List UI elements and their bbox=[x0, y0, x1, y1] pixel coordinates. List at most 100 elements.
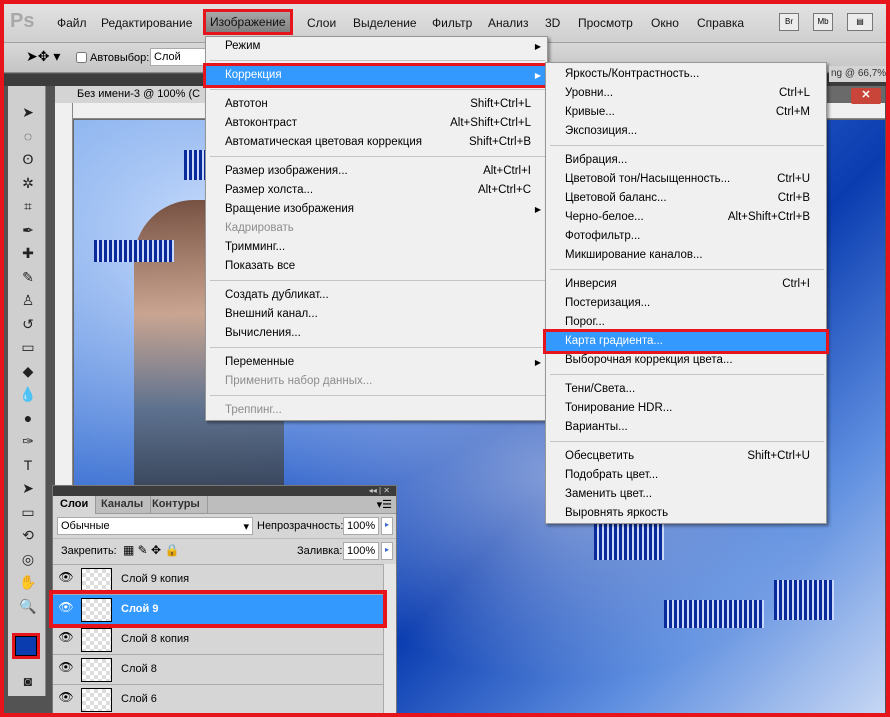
menu-item[interactable]: Порог... bbox=[546, 313, 826, 332]
healing-tool-icon[interactable]: ✚ bbox=[17, 243, 39, 263]
menu-item[interactable]: Режим ▶ bbox=[206, 37, 547, 56]
menu-item[interactable]: Автоматическая цветовая коррекция Shift+C… bbox=[206, 133, 547, 152]
menu-1[interactable]: Редактирование bbox=[101, 16, 192, 30]
blur-tool-icon[interactable]: 💧 bbox=[17, 384, 39, 404]
eye-icon[interactable]: 👁 bbox=[57, 570, 75, 588]
menu-item[interactable]: Применить набор данных... bbox=[206, 372, 547, 391]
opacity-slider-button[interactable]: ▸ bbox=[381, 517, 393, 535]
menu-item[interactable]: Черно-белое... Alt+Shift+Ctrl+B bbox=[546, 208, 826, 227]
3d-orbit-tool-icon[interactable]: ◎ bbox=[17, 549, 39, 569]
menu-item[interactable]: Кадрировать bbox=[206, 219, 547, 238]
menu-item[interactable]: Тени/Света... bbox=[546, 380, 826, 399]
menu-item[interactable]: Варианты... bbox=[546, 418, 826, 437]
menu-item[interactable]: Создать дубликат... bbox=[206, 286, 547, 305]
tab-layers[interactable]: Слои bbox=[53, 496, 97, 514]
layer-row[interactable]: 👁 Слой 8 bbox=[53, 654, 383, 684]
lasso-tool-icon[interactable]: ʘ bbox=[17, 149, 39, 169]
bridge-button[interactable]: Br bbox=[779, 13, 799, 31]
menu-item[interactable]: Внешний канал... bbox=[206, 305, 547, 324]
menu-4[interactable]: Выделение bbox=[353, 16, 417, 30]
menu-10[interactable]: Справка bbox=[697, 16, 744, 30]
close-window-button[interactable]: ✕ bbox=[851, 88, 881, 104]
eyedropper-tool-icon[interactable]: ✒ bbox=[17, 220, 39, 240]
magic-wand-tool-icon[interactable]: ✲ bbox=[17, 173, 39, 193]
history-brush-tool-icon[interactable]: ↺ bbox=[17, 314, 39, 334]
menu-5[interactable]: Фильтр bbox=[432, 16, 472, 30]
blend-mode-select[interactable]: Обычные ▾ bbox=[57, 517, 253, 535]
move-tool-icon[interactable]: ➤ bbox=[17, 102, 39, 122]
brush-tool-icon[interactable]: ✎ bbox=[17, 267, 39, 287]
menu-item[interactable]: Вычисления... bbox=[206, 324, 547, 343]
layer-row[interactable]: 👁 Слой 9 копия bbox=[53, 564, 383, 594]
eraser-tool-icon[interactable]: ▭ bbox=[17, 337, 39, 357]
menu-item[interactable]: Вибрация... bbox=[546, 151, 826, 170]
mini-bridge-button[interactable]: Mb bbox=[813, 13, 833, 31]
stamp-tool-icon[interactable]: ♙ bbox=[17, 290, 39, 310]
layer-row[interactable]: 👁 Слой 6 bbox=[53, 684, 383, 714]
marquee-tool-icon[interactable]: ◌ bbox=[17, 126, 39, 146]
menu-item[interactable]: Тримминг... bbox=[206, 238, 547, 257]
window-title-fragment[interactable]: ng @ 66,7% bbox=[829, 66, 886, 82]
menu-item[interactable]: Автоконтраст Alt+Shift+Ctrl+L bbox=[206, 114, 547, 133]
menu-item[interactable]: Цветовой тон/Насыщенность... Ctrl+U bbox=[546, 170, 826, 189]
quick-mask-icon[interactable]: ◙ bbox=[17, 671, 39, 691]
layers-scrollbar[interactable] bbox=[383, 564, 396, 716]
menu-item[interactable]: Треппинг... bbox=[206, 401, 547, 420]
menu-item[interactable]: Цветовой баланс... Ctrl+B bbox=[546, 189, 826, 208]
menu-item[interactable]: Инверсия Ctrl+I bbox=[546, 275, 826, 294]
menu-item[interactable]: Вращение изображения ▶ bbox=[206, 200, 547, 219]
menu-item[interactable]: Тонирование HDR... bbox=[546, 399, 826, 418]
tab-paths[interactable]: Контуры bbox=[145, 496, 208, 514]
menu-2[interactable]: Изображение bbox=[206, 12, 290, 32]
menu-item[interactable]: Кривые... Ctrl+M bbox=[546, 103, 826, 122]
3d-rotate-tool-icon[interactable]: ⟲ bbox=[17, 525, 39, 545]
menu-0[interactable]: Файл bbox=[57, 16, 87, 30]
eye-icon[interactable]: 👁 bbox=[57, 690, 75, 708]
tab-channels[interactable]: Каналы bbox=[94, 496, 152, 514]
menu-item[interactable]: Подобрать цвет... bbox=[546, 466, 826, 485]
menu-item[interactable]: Яркость/Контрастность... bbox=[546, 65, 826, 84]
menu-item[interactable]: Размер изображения... Alt+Ctrl+I bbox=[206, 162, 547, 181]
menu-item[interactable]: Выборочная коррекция цвета... bbox=[546, 351, 826, 370]
fill-slider-button[interactable]: ▸ bbox=[381, 542, 393, 560]
pen-tool-icon[interactable]: ✑ bbox=[17, 431, 39, 451]
menu-item[interactable]: Автотон Shift+Ctrl+L bbox=[206, 95, 547, 114]
dodge-tool-icon[interactable]: ● bbox=[17, 408, 39, 428]
zoom-tool-icon[interactable]: 🔍 bbox=[17, 596, 39, 616]
menu-item[interactable]: Микширование каналов... bbox=[546, 246, 826, 265]
fill-input[interactable]: 100% bbox=[343, 542, 379, 560]
menu-9[interactable]: Окно bbox=[651, 16, 679, 30]
menu-7[interactable]: 3D bbox=[545, 16, 560, 30]
menu-item[interactable]: Выровнять яркость bbox=[546, 504, 826, 523]
eye-icon[interactable]: 👁 bbox=[57, 600, 75, 618]
menu-item[interactable]: Уровни... Ctrl+L bbox=[546, 84, 826, 103]
move-tool-icon[interactable]: ➤✥ ▾ bbox=[26, 48, 60, 65]
foreground-color-swatch[interactable] bbox=[15, 636, 37, 656]
menu-6[interactable]: Анализ bbox=[488, 16, 529, 30]
eye-icon[interactable]: 👁 bbox=[57, 660, 75, 678]
menu-3[interactable]: Слои bbox=[307, 16, 336, 30]
type-tool-icon[interactable]: T bbox=[17, 455, 39, 475]
panel-menu-icon[interactable]: ▾☰ bbox=[377, 498, 392, 511]
autoselect-select[interactable]: Слой bbox=[150, 48, 210, 66]
menu-item[interactable]: Показать все bbox=[206, 257, 547, 276]
menu-item[interactable]: Фотофильтр... bbox=[546, 227, 826, 246]
hand-tool-icon[interactable]: ✋ bbox=[17, 572, 39, 592]
bucket-tool-icon[interactable]: ◆ bbox=[17, 361, 39, 381]
autoselect-checkbox[interactable] bbox=[76, 52, 87, 63]
menu-item[interactable]: Заменить цвет... bbox=[546, 485, 826, 504]
menu-item[interactable]: Размер холста... Alt+Ctrl+C bbox=[206, 181, 547, 200]
eye-icon[interactable]: 👁 bbox=[57, 630, 75, 648]
menu-item[interactable]: Обесцветить Shift+Ctrl+U bbox=[546, 447, 826, 466]
menu-item[interactable]: Экспозиция... bbox=[546, 122, 826, 141]
menu-8[interactable]: Просмотр bbox=[578, 16, 633, 30]
path-select-tool-icon[interactable]: ➤ bbox=[17, 478, 39, 498]
layer-row[interactable]: 👁 Слой 9 bbox=[53, 594, 383, 624]
menu-item[interactable]: Коррекция ▶ bbox=[206, 66, 547, 85]
menu-item[interactable]: Переменные ▶ bbox=[206, 353, 547, 372]
menu-item[interactable]: Карта градиента... bbox=[546, 332, 826, 351]
menu-item[interactable]: Постеризация... bbox=[546, 294, 826, 313]
layer-row[interactable]: 👁 Слой 8 копия bbox=[53, 624, 383, 654]
lock-icons[interactable]: ▦ ✎ ✥ 🔒 bbox=[123, 543, 179, 557]
screen-mode-button[interactable]: ▤ bbox=[847, 13, 873, 31]
